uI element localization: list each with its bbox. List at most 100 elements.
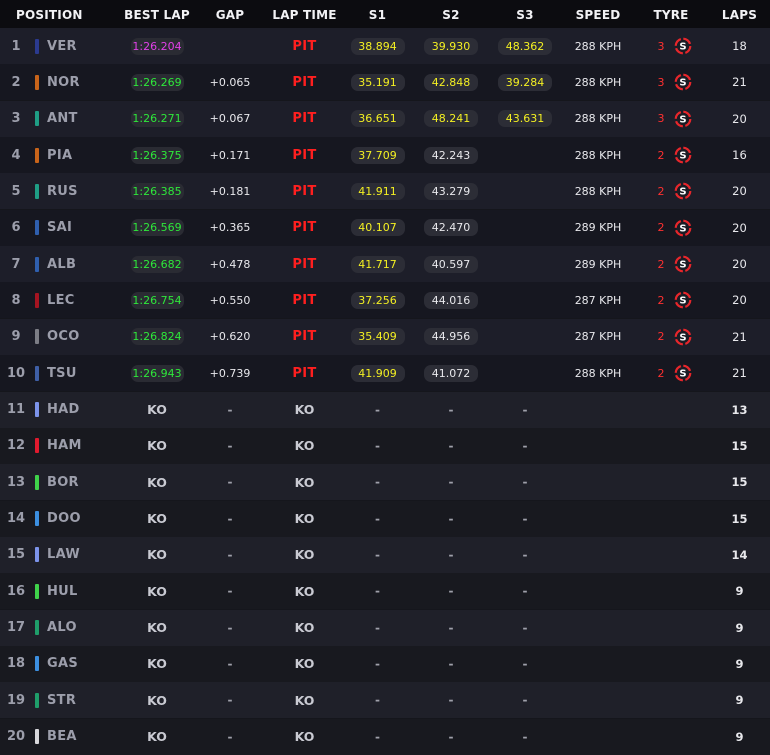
sector-1-time: - <box>375 402 380 417</box>
header-speed[interactable]: SPEED <box>562 0 634 30</box>
table-row[interactable]: 9 OCO 1:26.824 +0.620 PIT 35.409 44.956 287 KPH… <box>0 318 770 355</box>
table-row[interactable]: 8 LEC 1:26.754 +0.550 PIT 37.256 44.016 287 KPH… <box>0 282 770 319</box>
tyre-cell: 3S <box>640 64 702 100</box>
table-row[interactable]: 11 HAD KO - KO - - - 13 <box>0 391 770 428</box>
knocked-out-label: KO <box>294 402 315 417</box>
table-row[interactable]: 5 RUS 1:26.385 +0.181 PIT 41.911 43.279 288 KPH… <box>0 173 770 210</box>
sector-3-time: 39.284 <box>498 73 552 91</box>
team-color-bar <box>34 729 39 745</box>
table-row[interactable]: 4 PIA 1:26.375 +0.171 PIT 37.709 42.243 288 KPH… <box>0 137 770 174</box>
sector-2-cell: 48.241 <box>418 101 484 137</box>
tyre-cell: 2S <box>640 137 702 173</box>
gap-value: - <box>227 620 233 635</box>
tyre-cell: 2S <box>640 246 702 282</box>
lap-time-cell: KO <box>267 464 342 500</box>
sector-1-cell: 37.709 <box>343 137 412 173</box>
driver-position: 1 <box>11 38 21 54</box>
table-row[interactable]: 12 HAM KO - KO - - - 15 <box>0 427 770 464</box>
driver-position: 16 <box>6 583 26 599</box>
team-color-cell <box>34 392 39 428</box>
driver-position: 2 <box>11 74 21 90</box>
speed-value: 288 KPH <box>574 184 622 198</box>
sector-2-time: - <box>448 402 454 417</box>
speed-cell: 289 KPH <box>562 246 634 282</box>
team-color-bar <box>34 365 39 381</box>
header-best-lap[interactable]: BEST LAP <box>118 0 196 30</box>
table-row[interactable]: 3 ANT 1:26.271 +0.067 PIT 36.651 48.241 43.631 2… <box>0 100 770 137</box>
laps-cell: 21 <box>712 64 767 100</box>
sector-2-cell: - <box>418 646 484 682</box>
best-lap-cell: KO <box>118 537 196 573</box>
header-lap-time[interactable]: LAP TIME <box>267 0 342 30</box>
gap-cell: - <box>195 610 265 646</box>
header-tyre[interactable]: TYRE <box>640 0 702 30</box>
lap-time-cell: PIT <box>267 173 342 209</box>
table-row[interactable]: 6 SAI 1:26.569 +0.365 PIT 40.107 42.470 289 KPH… <box>0 209 770 246</box>
team-color-cell <box>34 173 39 209</box>
knocked-out-label: KO <box>294 438 315 454</box>
lap-time-cell: KO <box>267 428 342 464</box>
sector-1-time: - <box>375 693 380 708</box>
best-lap-cell: 1:26.754 <box>118 282 196 318</box>
table-row[interactable]: 1 VER 1:26.204 PIT 38.894 39.930 48.362 288 KPH… <box>0 28 770 64</box>
svg-text:S: S <box>679 187 686 198</box>
sector-3-cell <box>492 210 558 246</box>
lap-time-cell: PIT <box>267 64 342 100</box>
soft-tyre-icon: S <box>674 37 692 55</box>
sector-3-cell: - <box>492 610 558 646</box>
gap-cell: +0.550 <box>195 282 265 318</box>
sector-3-cell: - <box>492 501 558 537</box>
best-lap-ko: KO <box>147 474 167 490</box>
team-color-bar <box>34 656 39 672</box>
driver-position: 18 <box>6 656 26 672</box>
gap-cell: +0.478 <box>195 246 265 282</box>
best-lap-cell: KO <box>118 719 196 755</box>
table-row[interactable]: 2 NOR 1:26.269 +0.065 PIT 35.191 42.848 39.284 2… <box>0 64 770 101</box>
svg-text:S: S <box>679 151 686 162</box>
sector-1-time: - <box>375 584 380 599</box>
best-lap-cell: 1:26.569 <box>118 210 196 246</box>
team-color-bar <box>34 474 39 490</box>
table-row[interactable]: 17 ALO KO - KO - - - 9 <box>0 609 770 646</box>
driver-code: HUL <box>47 583 78 599</box>
table-row[interactable]: 18 GAS KO - KO - - - 9 <box>0 645 770 682</box>
sector-3-time: - <box>522 511 528 526</box>
header-gap[interactable]: GAP <box>195 0 265 30</box>
table-row[interactable]: 15 LAW KO - KO - - - 14 <box>0 536 770 573</box>
team-color-bar <box>34 111 39 127</box>
sector-1-time: - <box>375 511 380 526</box>
table-row[interactable]: 10 TSU 1:26.943 +0.739 PIT 41.909 41.072 288 KP… <box>0 355 770 392</box>
gap-value: +0.550 <box>209 293 251 307</box>
table-row[interactable]: 7 ALB 1:26.682 +0.478 PIT 41.717 40.597 289 KPH… <box>0 246 770 283</box>
laps-cell: 15 <box>712 428 767 464</box>
tyre-cell: 2S <box>640 282 702 318</box>
table-row[interactable]: 13 BOR KO - KO - - - 15 <box>0 464 770 501</box>
tyre-cell <box>640 392 702 428</box>
best-lap-ko: KO <box>147 729 167 745</box>
speed-cell: 288 KPH <box>562 137 634 173</box>
header-laps[interactable]: LAPS <box>712 0 767 30</box>
best-lap-cell: KO <box>118 428 196 464</box>
laps-value: 20 <box>732 111 747 126</box>
sector-2-cell: 44.016 <box>418 282 484 318</box>
table-row[interactable]: 16 HUL KO - KO - - - 9 <box>0 573 770 610</box>
tyre-cell <box>640 428 702 464</box>
sector-2-time: 43.279 <box>424 182 478 200</box>
table-row[interactable]: 20 BEA KO - KO - - - 9 <box>0 718 770 755</box>
soft-tyre-icon: S <box>674 73 692 91</box>
lap-time-cell: KO <box>267 719 342 755</box>
header-s3[interactable]: S3 <box>492 0 558 30</box>
driver-code: DOO <box>47 511 81 527</box>
sector-2-time: - <box>448 547 454 562</box>
sector-3-cell <box>492 319 558 355</box>
lap-time-cell: KO <box>267 537 342 573</box>
table-row[interactable]: 14 DOO KO - KO - - - 15 <box>0 500 770 537</box>
table-row[interactable]: 19 STR KO - KO - - - 9 <box>0 682 770 719</box>
header-position[interactable]: POSITION <box>16 0 116 30</box>
gap-value: - <box>227 729 233 744</box>
header-s2[interactable]: S2 <box>418 0 484 30</box>
header-s1[interactable]: S1 <box>343 0 412 30</box>
sector-1-cell: - <box>343 646 412 682</box>
driver-code: SAI <box>47 220 73 236</box>
laps-value: 15 <box>731 511 748 526</box>
